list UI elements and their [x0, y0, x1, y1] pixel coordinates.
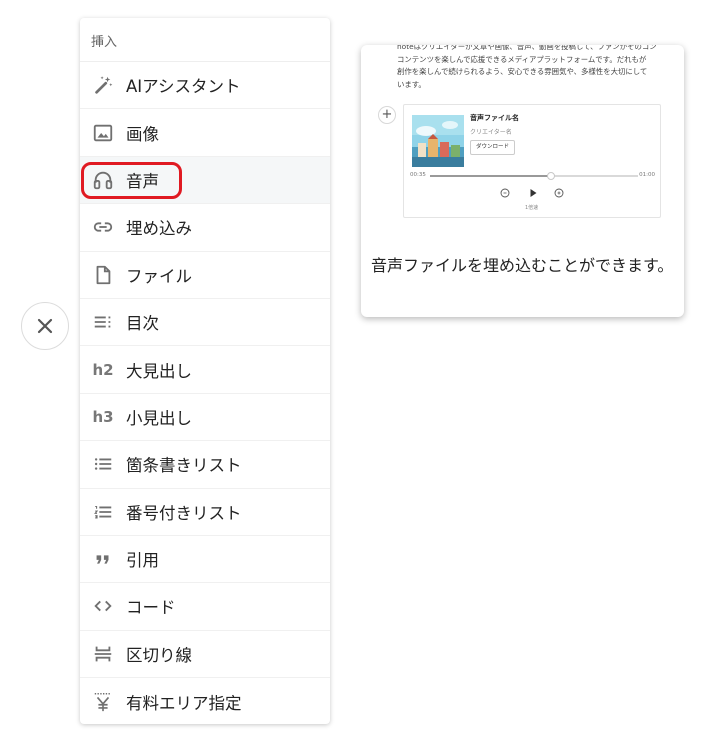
file-icon: [90, 262, 116, 288]
preview-article-text: noteはクリエイターが文章や画像、音声、動画を投稿して、ファンがそのコン コン…: [397, 45, 659, 91]
seek-bar-fill: [430, 175, 551, 177]
menu-item-label: 目次: [126, 314, 159, 334]
menu-item-toc[interactable]: 目次: [80, 299, 330, 347]
audio-player-preview: 音声ファイル名 クリエイター名 ダウンロード 00:35 01:00 1倍速: [403, 104, 661, 218]
menu-item-heading-large[interactable]: h2 大見出し: [80, 346, 330, 394]
menu-item-image[interactable]: 画像: [80, 109, 330, 157]
menu-item-bulleted-list[interactable]: 箇条書きリスト: [80, 441, 330, 489]
close-icon: [37, 318, 53, 334]
menu-item-label: 小見出し: [126, 408, 192, 428]
menu-item-code[interactable]: コード: [80, 583, 330, 631]
table-of-contents-icon: [90, 309, 116, 335]
h2-icon: h2: [92, 360, 114, 379]
magic-wand-icon: [90, 72, 116, 98]
menu-item-label: 引用: [126, 551, 159, 571]
plus-icon: +: [378, 106, 396, 124]
menu-item-label: ファイル: [126, 266, 192, 286]
close-button[interactable]: [21, 302, 69, 350]
menu-item-label: 画像: [126, 124, 159, 144]
playback-speed: 1倍速: [525, 205, 539, 211]
audio-tooltip-card: noteはクリエイターが文章や画像、音声、動画を投稿して、ファンがそのコン コン…: [361, 45, 684, 317]
seek-knob: [546, 172, 555, 180]
menu-item-audio[interactable]: 音声: [80, 156, 330, 205]
menu-item-divider[interactable]: 区切り線: [80, 631, 330, 679]
menu-item-paid-area[interactable]: 有料エリア指定: [80, 678, 330, 724]
time-total: 01:00: [639, 172, 655, 178]
menu-item-label: コード: [126, 598, 176, 618]
preview-text-line: noteはクリエイターが文章や画像、音声、動画を投稿して、ファンがそのコン: [397, 45, 657, 51]
menu-item-label: 有料エリア指定: [126, 693, 242, 713]
divider-icon: [90, 641, 116, 667]
link-icon: [90, 214, 116, 240]
bulleted-list-icon: [90, 451, 116, 477]
seek-bar: [430, 172, 638, 180]
image-icon: [90, 120, 116, 146]
headphones-icon: [90, 167, 116, 193]
menu-item-heading-small[interactable]: h3 小見出し: [80, 394, 330, 442]
menu-item-embed[interactable]: 埋め込み: [80, 204, 330, 252]
yen-paywall-icon: [90, 689, 116, 715]
menu-header: 挿入: [80, 18, 330, 62]
h3-icon: h3: [92, 407, 114, 426]
insert-menu: 挿入 AIアシスタント 画像 音声 埋め込み ファイル 目次 h2 大見出し h…: [80, 18, 330, 724]
preview-text-line: コンテンツを楽しんで応援できるメディアプラットフォームです。だれもが: [397, 54, 647, 64]
audio-thumbnail: [412, 115, 464, 167]
audio-creator: クリエイター名: [470, 129, 512, 136]
play-icon: [530, 189, 537, 197]
tooltip-description: 音声ファイルを埋め込むことができます。: [371, 256, 674, 275]
menu-item-numbered-list[interactable]: 番号付きリスト: [80, 489, 330, 536]
forward-icon: [554, 188, 564, 198]
menu-item-label: 大見出し: [126, 361, 192, 381]
menu-item-label: 音声: [126, 171, 159, 191]
download-button: ダウンロード: [470, 140, 516, 155]
preview-text-line: 創作を楽しんで続けられるよう、安心できる雰囲気や、多様性を大切にして: [397, 67, 648, 76]
code-icon: [90, 593, 116, 619]
time-current: 00:35: [410, 172, 426, 178]
menu-item-label: 埋め込み: [126, 219, 192, 239]
menu-item-file[interactable]: ファイル: [80, 252, 330, 299]
rewind-icon: [500, 188, 510, 198]
menu-item-ai-assistant[interactable]: AIアシスタント: [80, 62, 330, 110]
menu-item-label: 番号付きリスト: [126, 503, 242, 523]
numbered-list-icon: [90, 499, 116, 525]
menu-item-label: 区切り線: [126, 645, 192, 665]
audio-preview: noteはクリエイターが文章や画像、音声、動画を投稿して、ファンがそのコン コン…: [361, 45, 684, 230]
quote-icon: [90, 546, 116, 572]
preview-text-line: います。: [397, 79, 426, 89]
menu-item-label: AIアシスタント: [126, 77, 241, 97]
menu-item-quote[interactable]: 引用: [80, 536, 330, 584]
audio-title: 音声ファイル名: [470, 114, 519, 122]
menu-item-label: 箇条書きリスト: [126, 456, 242, 476]
